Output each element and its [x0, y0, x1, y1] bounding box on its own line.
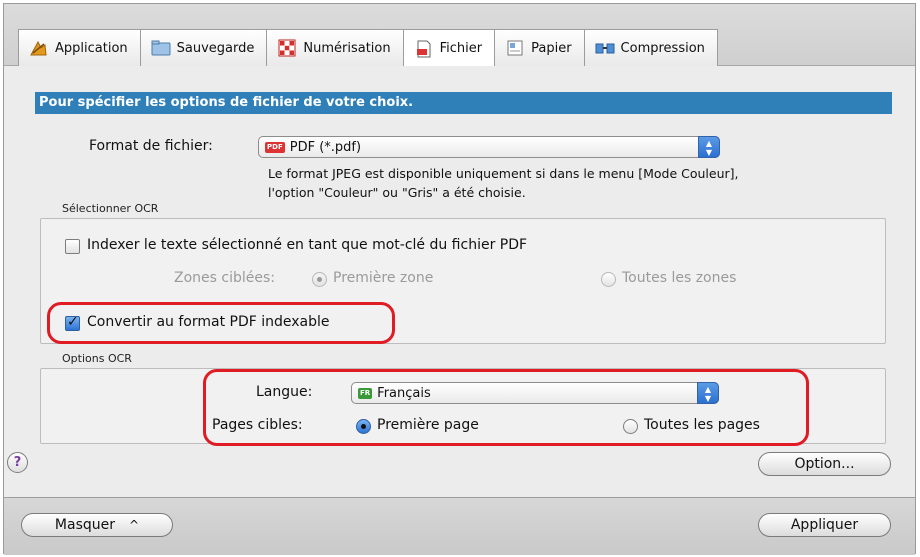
- language-select[interactable]: FR Français ▲ ▼: [351, 382, 719, 404]
- ocr-select-group: Indexer le texte sélectionné en tant que…: [40, 218, 886, 344]
- language-label: Langue:: [256, 384, 313, 400]
- ocr-select-group-label: Sélectionner OCR: [62, 202, 159, 215]
- tab-bar: Application Sauvegarde Numérisation Fich…: [4, 4, 915, 67]
- compression-icon: [595, 39, 615, 57]
- folder-icon: [151, 39, 171, 57]
- page-first-radio[interactable]: [356, 419, 371, 434]
- format-note-line2: l'option "Couleur" ou "Gris" a été chois…: [268, 185, 526, 200]
- scan-icon: [277, 39, 297, 57]
- format-note: Le format JPEG est disponible uniquement…: [268, 164, 888, 202]
- tab-application[interactable]: Application: [18, 29, 141, 66]
- tab-fichier-label: Fichier: [439, 41, 483, 56]
- pdf-icon: PDF: [265, 141, 285, 153]
- tab-sauvegarde-label: Sauvegarde: [176, 40, 255, 56]
- apply-button[interactable]: Appliquer: [758, 513, 891, 537]
- convert-pdf-checkbox[interactable]: [65, 314, 80, 331]
- index-text-label: Indexer le texte sélectionné en tant que…: [87, 237, 528, 253]
- chevron-updown-icon: ▲ ▼: [697, 382, 719, 404]
- zones-label: Zones ciblées:: [174, 270, 275, 286]
- tab-papier[interactable]: Papier: [494, 29, 585, 66]
- page-all-radio[interactable]: [623, 419, 638, 434]
- tab-fichier[interactable]: Fichier: [402, 29, 496, 67]
- language-value: Français: [377, 385, 431, 401]
- file-format-value: PDF (*.pdf): [289, 139, 362, 155]
- tab-application-label: Application: [55, 40, 128, 56]
- tabs: Application Sauvegarde Numérisation Fich…: [18, 29, 718, 67]
- tab-compression-label: Compression: [620, 40, 705, 56]
- bottom-bar: Masquer ^ Appliquer: [4, 497, 915, 555]
- zone-first-label: Première zone: [333, 270, 434, 286]
- zone-all-radio[interactable]: [601, 272, 616, 287]
- section-header: Pour spécifier les options de fichier de…: [35, 92, 892, 114]
- tab-compression[interactable]: Compression: [583, 29, 718, 66]
- settings-window: Application Sauvegarde Numérisation Fich…: [3, 3, 916, 555]
- page-all-label: Toutes les pages: [644, 417, 760, 433]
- hide-button-label: Masquer: [54, 517, 116, 533]
- zone-first-radio[interactable]: [312, 272, 327, 287]
- file-options-pane: Pour spécifier les options de fichier de…: [4, 66, 915, 497]
- format-note-line1: Le format JPEG est disponible uniquement…: [268, 166, 739, 181]
- ocr-options-group-label: Options OCR: [62, 352, 132, 365]
- tab-sauvegarde[interactable]: Sauvegarde: [139, 29, 268, 66]
- paper-icon: [505, 39, 525, 57]
- language-flag-icon: FR: [358, 387, 373, 399]
- page-first-label: Première page: [377, 417, 479, 433]
- file-format-label: Format de fichier:: [89, 138, 213, 154]
- chevron-updown-icon: ▲ ▼: [698, 136, 720, 158]
- convert-pdf-label: Convertir au format PDF indexable: [87, 314, 330, 330]
- tab-numerisation-label: Numérisation: [303, 40, 391, 56]
- target-pages-label: Pages cibles:: [212, 417, 303, 433]
- zone-all-label: Toutes les zones: [622, 270, 737, 286]
- chevron-up-icon: ^: [129, 518, 140, 532]
- index-text-checkbox[interactable]: [65, 239, 80, 254]
- ocr-options-group: Langue: FR Français ▲ ▼ Pages cibles: Pre…: [40, 368, 886, 444]
- help-button[interactable]: ?: [7, 452, 28, 473]
- tab-papier-label: Papier: [531, 40, 572, 56]
- file-icon: [414, 40, 434, 58]
- file-format-select[interactable]: PDF PDF (*.pdf) ▲ ▼: [258, 136, 720, 158]
- application-icon: [29, 39, 49, 57]
- hide-button[interactable]: Masquer ^: [21, 513, 173, 537]
- option-button[interactable]: Option...: [758, 452, 891, 476]
- tab-numerisation[interactable]: Numérisation: [266, 29, 404, 66]
